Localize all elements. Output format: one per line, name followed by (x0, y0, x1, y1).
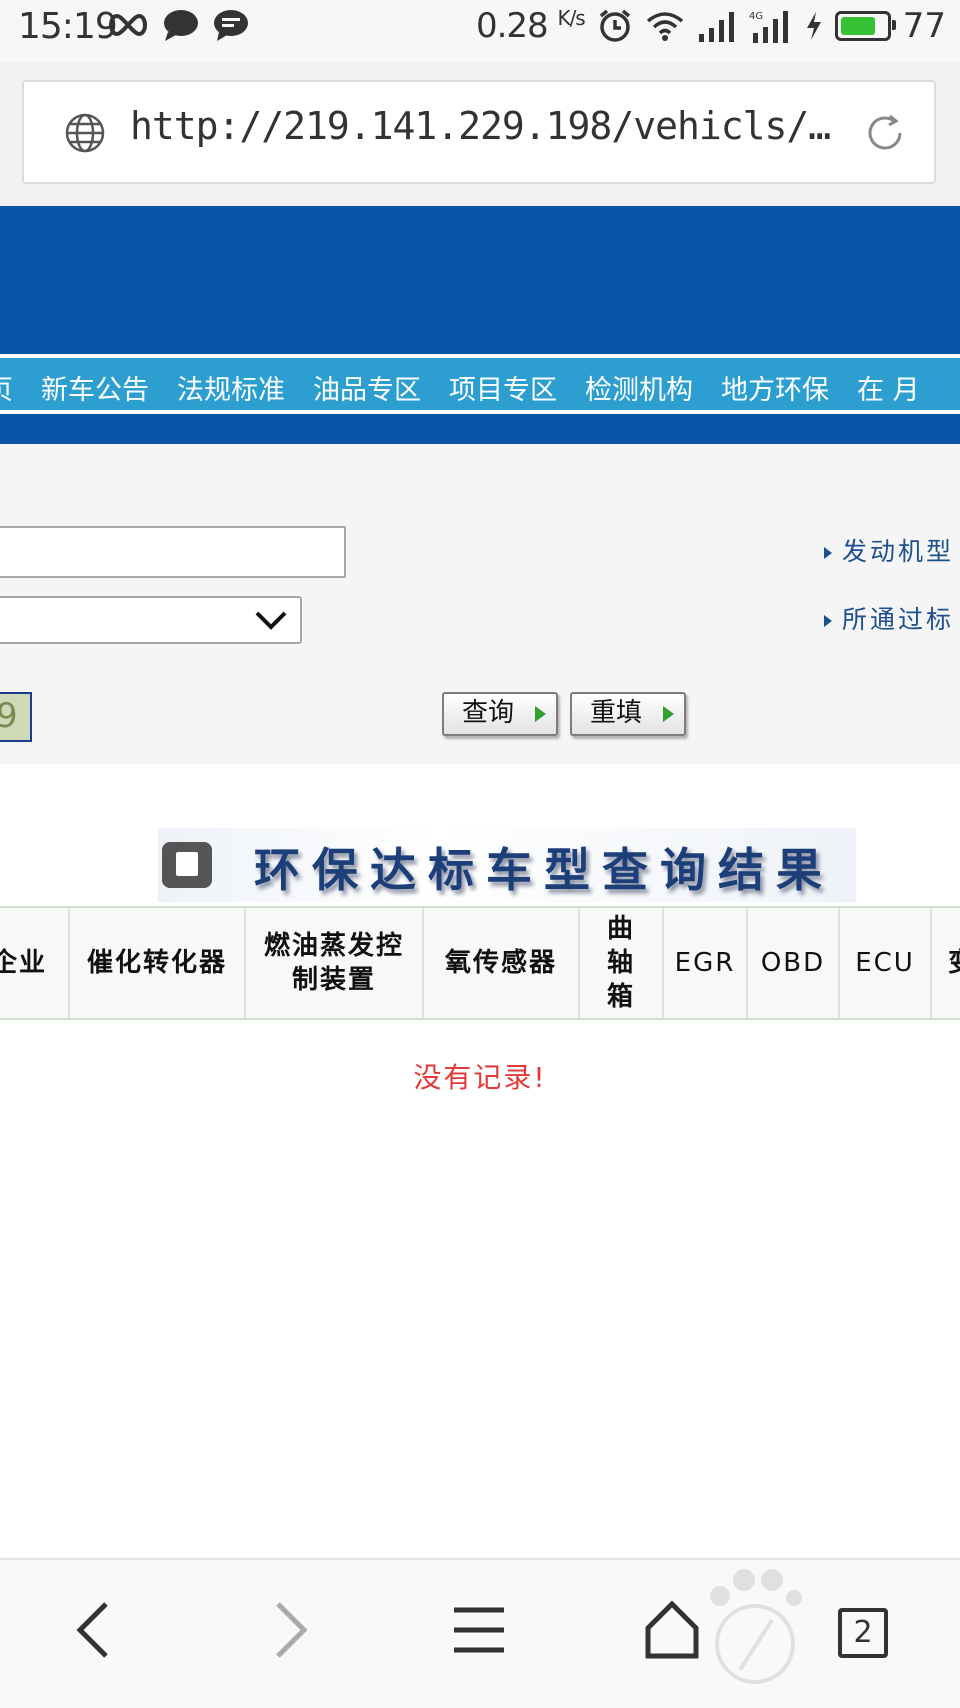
menu-icon[interactable] (454, 1600, 504, 1660)
infinity-icon (109, 13, 147, 37)
battery-fill (840, 17, 875, 35)
signal-icon (698, 12, 734, 42)
search-form: 9 查询 重填 发动机型 所通过标 (0, 444, 960, 764)
address-bar[interactable]: http://219.141.229.198/vehicls/cxjgqq… (22, 80, 936, 184)
signal-4g-icon: 4G (749, 11, 788, 43)
column-header: 曲轴箱 (580, 908, 664, 1018)
site-nav: 页 新车公告 法规标准 油品专区 项目专区 检测机构 地方环保 在 月 (0, 354, 960, 414)
side-link-standard[interactable]: 所通过标 (824, 600, 954, 636)
search-input[interactable] (0, 526, 346, 578)
nav-item-testing-agencies[interactable]: 检测机构 (585, 368, 693, 407)
arrow-icon (824, 547, 832, 559)
back-icon[interactable] (74, 1600, 114, 1660)
status-left-icons (106, 8, 250, 42)
nav-item-project-zone[interactable]: 项目专区 (449, 368, 557, 407)
chat-bubble-icon (164, 10, 198, 41)
column-header: EGR (664, 908, 748, 1018)
charging-icon (806, 12, 821, 40)
message-icon (214, 10, 248, 41)
arrow-icon (824, 615, 832, 627)
nav-item-regulations[interactable]: 法规标准 (177, 368, 285, 407)
home-icon[interactable] (644, 1600, 700, 1660)
wifi-icon (646, 12, 683, 41)
results-title: 环保达标车型查询结果 (254, 843, 834, 897)
battery-level: 77 (902, 6, 946, 46)
nav-item-fuel-zone[interactable]: 油品专区 (313, 368, 421, 407)
side-link-engine-model[interactable]: 发动机型 (824, 532, 954, 568)
column-header: ECU (840, 908, 932, 1018)
reset-button-label: 重填 (590, 698, 643, 728)
nav-item-new-car-notices[interactable]: 新车公告 (41, 368, 149, 407)
column-header: 催化转化器 (70, 908, 246, 1018)
nav-item-online[interactable]: 在 月 (857, 368, 920, 407)
status-bar: 15:19 0.28 K/s 4G 77 (0, 0, 960, 62)
status-right: 0.28 K/s 4G 77 (476, 6, 946, 46)
nav-items: 页 新车公告 法规标准 油品专区 项目专区 检测机构 地方环保 在 月 (0, 368, 948, 407)
network-speed: 0.28 K/s (475, 6, 586, 46)
results-title-banner: 环保达标车型查询结果 (158, 828, 856, 902)
chevron-down-icon (255, 611, 287, 630)
category-select[interactable] (0, 596, 302, 644)
tab-count: 2 (853, 1615, 873, 1650)
play-arrow-icon (663, 706, 674, 722)
column-header: 燃油蒸发控制装置 (246, 908, 424, 1018)
reload-icon[interactable] (860, 108, 910, 158)
tabs-icon[interactable]: 2 (838, 1608, 888, 1658)
url-text[interactable]: http://219.141.229.198/vehicls/cxjgqq… (130, 104, 850, 164)
query-button[interactable]: 查询 (442, 692, 558, 736)
reset-button[interactable]: 重填 (570, 692, 686, 736)
nav-item-home[interactable]: 页 (0, 368, 13, 407)
alarm-icon (599, 9, 630, 42)
browser-toolbar: http://219.141.229.198/vehicls/cxjgqq… (0, 62, 960, 206)
status-time: 15:19 (18, 6, 118, 47)
site-banner-bottom (0, 414, 960, 444)
column-header: 变 (932, 908, 960, 1018)
browser-bottom-nav: 2 (0, 1558, 960, 1708)
globe-icon (65, 113, 105, 153)
paw-watermark-icon (710, 1569, 802, 1684)
title-icon (162, 842, 212, 888)
column-header: OBD (748, 908, 840, 1018)
query-button-label: 查询 (462, 698, 515, 728)
nav-item-local-env[interactable]: 地方环保 (721, 368, 829, 407)
captcha-char: 9 (0, 696, 18, 736)
empty-message: 没有记录! (413, 1061, 547, 1094)
play-arrow-icon (535, 706, 546, 722)
column-header: 氧传感器 (424, 908, 580, 1018)
column-header: 企业 (0, 908, 70, 1018)
svg-text:4G: 4G (749, 11, 763, 22)
site-banner (0, 206, 960, 354)
battery-icon (834, 11, 896, 41)
captcha-image[interactable]: 9 (0, 692, 32, 742)
forward-icon[interactable] (270, 1600, 310, 1660)
results-table-header: 企业 催化转化器 燃油蒸发控制装置 氧传感器 曲轴箱 EGR OBD ECU 变 (0, 906, 960, 1020)
